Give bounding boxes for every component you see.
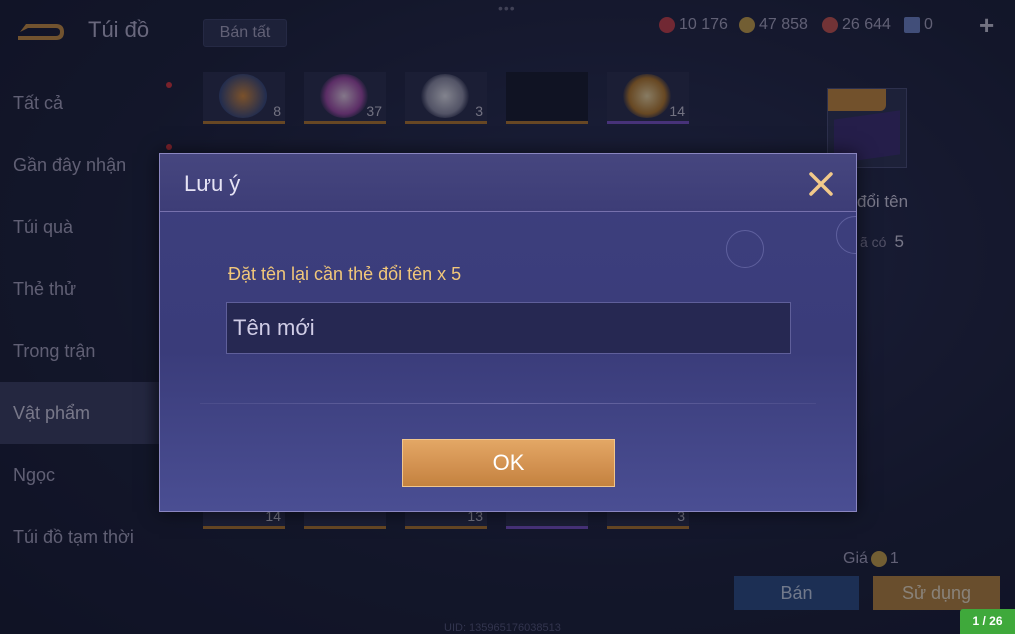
ok-button[interactable]: OK: [402, 439, 615, 487]
divider: [200, 403, 816, 404]
new-name-input[interactable]: [226, 302, 791, 354]
close-icon[interactable]: [807, 170, 835, 198]
rename-dialog: Lưu ý Đặt tên lại cần thẻ đổi tên x 5 OK: [159, 153, 857, 512]
dialog-header: [160, 154, 856, 212]
rename-prompt: Đặt tên lại cần thẻ đổi tên x 5: [228, 264, 462, 284]
sparkle-decoration: [726, 230, 764, 268]
sparkle-decoration: [836, 216, 856, 254]
dialog-title: Lưu ý: [184, 171, 241, 196]
page-counter-badge: 1 / 26: [960, 609, 1015, 634]
